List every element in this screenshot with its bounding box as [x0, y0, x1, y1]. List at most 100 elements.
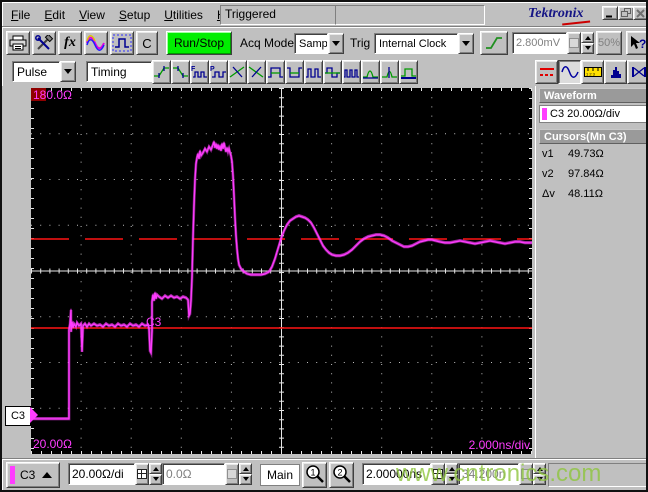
trig-slope-button[interactable]	[480, 31, 508, 55]
negative-peak-measure-button[interactable]	[380, 60, 399, 84]
up-arrow-icon	[448, 464, 455, 471]
increment-button[interactable]	[239, 463, 252, 474]
histogram-button[interactable]	[604, 60, 627, 84]
pulse-mode-dropdown[interactable]: Pulse	[12, 61, 76, 82]
mask-eye-button[interactable]	[627, 60, 646, 84]
pulse-select-button[interactable]	[110, 31, 134, 55]
waveform-color-button[interactable]	[84, 31, 108, 55]
pulse-train-measure-button[interactable]	[342, 60, 361, 84]
menu-view[interactable]: View	[72, 5, 112, 24]
menu-edit[interactable]: Edit	[37, 5, 72, 24]
measure-ruler-button[interactable]: 1 2 3	[581, 60, 604, 84]
decrement-button[interactable]	[533, 474, 546, 485]
vertical-scale-input[interactable]: 20.00Ω/di	[68, 463, 135, 485]
falling-edge-cross-measure-button[interactable]	[247, 60, 266, 84]
up-arrow-icon	[536, 464, 543, 471]
restore-button[interactable]	[618, 6, 634, 20]
menu-separator	[2, 26, 646, 28]
acq-mode-dropdown-button[interactable]	[328, 33, 344, 54]
decrement-button[interactable]	[581, 43, 594, 54]
keypad-icon[interactable]	[135, 463, 149, 485]
menu-utilities[interactable]: Utilities	[157, 5, 210, 24]
trig-label: Trig	[350, 36, 371, 50]
period-measure-button[interactable]: P	[209, 60, 228, 84]
positive-peak-icon	[363, 70, 378, 79]
oscilloscope-window: File Edit View Setup Utilities Help Trig…	[0, 0, 648, 492]
rise-time-measure-button[interactable]	[152, 60, 171, 84]
graticule[interactable]	[31, 88, 532, 454]
timebase-input[interactable]: 2.00000ns	[362, 463, 431, 485]
up-arrow-icon	[42, 467, 53, 478]
cycle-area-icon	[325, 67, 340, 78]
pulse-select-icon	[112, 34, 132, 52]
trig-dropdown-button[interactable]	[458, 33, 474, 54]
zoom-2-button[interactable]: 2	[329, 462, 354, 488]
channel-marker[interactable]: C3	[5, 406, 31, 426]
horizontal-position-spinner: 34.200n	[458, 463, 546, 485]
svg-text:P: P	[210, 66, 215, 73]
channel-select-button[interactable]: C3	[6, 462, 60, 488]
keypad-icon[interactable]	[431, 463, 445, 485]
bottombar-separator	[2, 458, 646, 460]
cycle-area-measure-button[interactable]	[323, 60, 342, 84]
svg-text:?: ?	[639, 37, 646, 51]
waveform-display-icon	[560, 66, 579, 78]
keypad-icon[interactable]	[225, 463, 239, 485]
positive-width-icon	[268, 67, 283, 78]
horizontal-position-input[interactable]: 34.200n	[458, 463, 519, 485]
down-arrow-icon	[152, 477, 159, 484]
trig-source-dropdown[interactable]: Internal Clock	[374, 33, 474, 54]
down-arrow-icon	[242, 477, 249, 484]
formula-icon: fx	[64, 35, 76, 50]
svg-text:2: 2	[338, 468, 343, 478]
decrement-button[interactable]	[149, 474, 162, 485]
channel-color-swatch	[10, 466, 15, 484]
burst-width-measure-button[interactable]	[304, 60, 323, 84]
c-marker-button[interactable]: C	[136, 31, 158, 55]
trig-level-input[interactable]: 2.800mV	[512, 32, 567, 54]
vertical-offset-input[interactable]: 0.0Ω	[162, 463, 225, 485]
rising-edge-cross-measure-button[interactable]	[228, 60, 247, 84]
increment-button[interactable]	[533, 463, 546, 474]
zoom-1-button[interactable]: 1	[302, 462, 327, 488]
vertical-offset-spinner: 0.0Ω	[162, 463, 252, 485]
fall-time-measure-button[interactable]	[171, 60, 190, 84]
decrement-button[interactable]	[239, 474, 252, 485]
acq-mode-dropdown[interactable]: Sample	[294, 33, 344, 54]
waveform-list-item[interactable]: C3 20.00Ω/div	[539, 105, 646, 123]
frequency-measure-button[interactable]: F	[190, 60, 209, 84]
increment-button[interactable]	[445, 463, 458, 474]
cursors-button[interactable]	[535, 60, 558, 84]
tools-button[interactable]	[32, 31, 56, 55]
close-button[interactable]	[633, 6, 646, 20]
fall-time-icon	[173, 66, 188, 78]
formula-button[interactable]: fx	[58, 31, 82, 55]
plot-area: 180.0Ω 20.00Ω 2.000ns/div C3 C3	[2, 86, 535, 458]
help-pointer-icon: ?	[630, 36, 646, 51]
positive-width-measure-button[interactable]	[266, 60, 285, 84]
keypad-icon[interactable]	[519, 463, 533, 485]
magnifier-1-icon: 1	[306, 465, 324, 483]
pulse-area-measure-button[interactable]	[399, 60, 418, 84]
print-button[interactable]	[6, 31, 30, 55]
minimize-button[interactable]	[602, 6, 618, 20]
positive-peak-measure-button[interactable]	[361, 60, 380, 84]
menu-file[interactable]: File	[4, 5, 37, 24]
negative-width-measure-button[interactable]	[285, 60, 304, 84]
set-50-button[interactable]: 50%	[596, 31, 622, 55]
menu-setup[interactable]: Setup	[112, 5, 157, 24]
readout-row: Δv 48.11Ω	[542, 188, 603, 200]
increment-button[interactable]	[581, 32, 594, 43]
trigger-status: Triggered	[220, 5, 338, 25]
timebase-view-box[interactable]: Main	[260, 464, 300, 486]
run-stop-button[interactable]: Run/Stop	[166, 31, 232, 55]
increment-button[interactable]	[149, 463, 162, 474]
keypad-icon[interactable]	[567, 32, 581, 54]
falling-edge-cross-icon	[248, 66, 264, 78]
pulse-train-icon	[344, 69, 359, 78]
pulse-dropdown-button[interactable]	[60, 61, 76, 82]
negative-width-icon	[287, 67, 302, 78]
waveform-display-button[interactable]	[558, 60, 581, 84]
decrement-button[interactable]	[445, 474, 458, 485]
context-help-button[interactable]: ?	[626, 31, 646, 55]
